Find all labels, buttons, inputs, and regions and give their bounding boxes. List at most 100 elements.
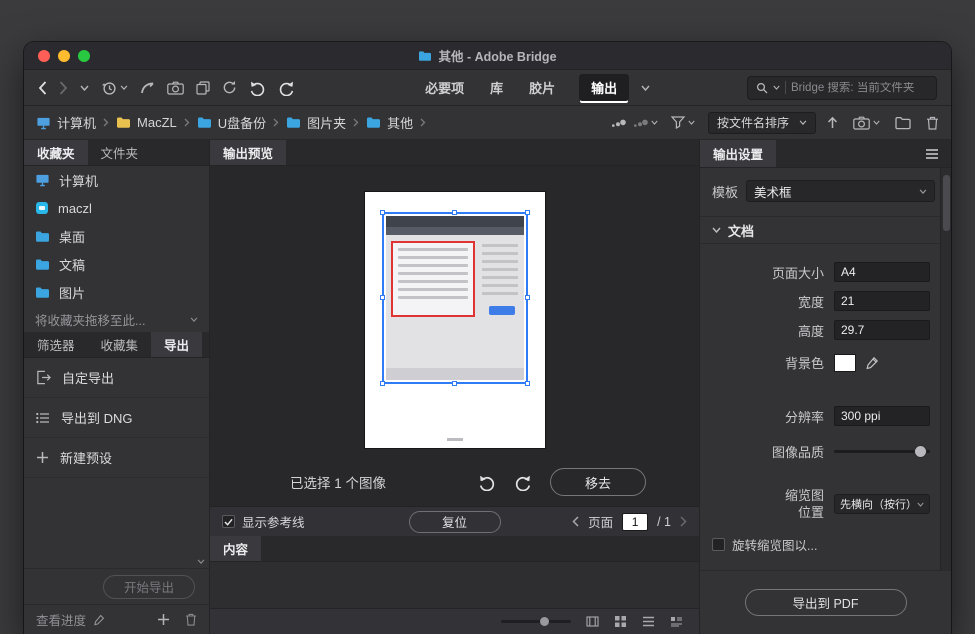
- workspace-tab-output[interactable]: 输出: [579, 74, 629, 101]
- thumbnail-size-slider[interactable]: [501, 620, 571, 623]
- favorite-item-documents[interactable]: 文稿: [24, 250, 209, 278]
- thumbnail-position-select[interactable]: 先横向（按行）: [834, 494, 930, 514]
- image-quality-label: 图像品质: [712, 442, 834, 461]
- grid-view-icon[interactable]: [614, 615, 627, 628]
- tab-output-settings[interactable]: 输出设置: [700, 140, 776, 167]
- rotate-thumbnails-checkbox[interactable]: [712, 538, 725, 551]
- eyedropper-icon[interactable]: [865, 356, 879, 370]
- refresh-button[interactable]: [222, 80, 237, 95]
- edit-pencil-icon[interactable]: [93, 614, 105, 626]
- breadcrumb-pictures-folder[interactable]: 图片夹: [286, 113, 346, 132]
- tab-output-preview[interactable]: 输出预览: [210, 140, 286, 165]
- reset-button[interactable]: 复位: [409, 511, 501, 533]
- show-guides-checkbox[interactable]: [222, 515, 235, 528]
- delete-trash-icon[interactable]: [926, 116, 939, 130]
- close-window-button[interactable]: [38, 50, 50, 62]
- search-box[interactable]: [747, 76, 937, 100]
- back-button[interactable]: [38, 81, 47, 95]
- start-export-button[interactable]: 开始导出: [103, 575, 195, 599]
- tab-filter[interactable]: 筛选器: [24, 332, 88, 357]
- favorite-item-computer[interactable]: 计算机: [24, 166, 209, 194]
- selection-handle[interactable]: [525, 295, 530, 300]
- new-folder-icon[interactable]: [895, 116, 911, 130]
- recent-history-button[interactable]: [101, 80, 128, 96]
- delete-preset-trash-icon[interactable]: [185, 613, 197, 626]
- rotate-right-icon[interactable]: [514, 474, 532, 491]
- export-to-pdf-button[interactable]: 导出到 PDF: [745, 589, 907, 616]
- boomerang-button[interactable]: [140, 81, 155, 94]
- selection-handle[interactable]: [452, 381, 457, 386]
- thumbnail-quality-ramp-icon[interactable]: [611, 117, 626, 128]
- resolution-input[interactable]: [834, 406, 930, 426]
- selection-handle[interactable]: [452, 210, 457, 215]
- export-action-dng[interactable]: 导出到 DNG: [24, 398, 209, 438]
- export-action-custom[interactable]: 自定导出: [24, 358, 209, 398]
- duplicate-files-button[interactable]: [196, 81, 210, 95]
- breadcrumb-other[interactable]: 其他: [366, 113, 413, 132]
- selection-handle[interactable]: [380, 381, 385, 386]
- zoom-window-button[interactable]: [78, 50, 90, 62]
- selection-status-text: 已选择 1 个图像: [290, 472, 386, 492]
- favorite-item-pictures[interactable]: 图片: [24, 278, 209, 306]
- tab-content[interactable]: 内容: [210, 536, 261, 561]
- details-view-icon[interactable]: [670, 615, 683, 628]
- settings-scrollbar[interactable]: [940, 168, 951, 570]
- camera-export-icon[interactable]: [853, 116, 880, 130]
- tab-export[interactable]: 导出: [151, 332, 202, 357]
- width-input[interactable]: [834, 291, 930, 311]
- forward-button[interactable]: [59, 81, 68, 95]
- selection-handle[interactable]: [525, 210, 530, 215]
- filmstrip-view-icon[interactable]: [586, 615, 599, 628]
- rotate-left-icon[interactable]: [478, 474, 496, 491]
- sort-ascending-icon[interactable]: [827, 116, 838, 129]
- search-input[interactable]: [791, 82, 928, 94]
- template-select[interactable]: 美术框: [746, 180, 935, 202]
- favorite-item-maczl[interactable]: maczl: [24, 194, 209, 222]
- sort-select[interactable]: 按文件名排序: [708, 112, 816, 134]
- image-quality-slider[interactable]: [834, 450, 930, 453]
- minimize-window-button[interactable]: [58, 50, 70, 62]
- next-page-icon[interactable]: [680, 516, 687, 527]
- slider-knob[interactable]: [540, 617, 549, 626]
- selection-handle[interactable]: [380, 295, 385, 300]
- navigation-chevron-down-icon[interactable]: [80, 85, 89, 91]
- preview-quality-ramp-icon[interactable]: [633, 117, 658, 128]
- remove-image-button[interactable]: 移去: [550, 468, 646, 496]
- page-label: 页面: [588, 512, 613, 531]
- selection-handle[interactable]: [525, 381, 530, 386]
- workspace-tab-filmstrip[interactable]: 胶片: [527, 72, 557, 103]
- page-size-input[interactable]: [834, 262, 930, 282]
- camera-import-button[interactable]: [167, 81, 184, 95]
- slider-knob[interactable]: [915, 446, 926, 457]
- filter-funnel-icon[interactable]: [671, 116, 695, 129]
- rotate-left-button[interactable]: [249, 80, 266, 96]
- document-section-header[interactable]: 文档: [700, 216, 951, 244]
- search-scope-chevron-icon[interactable]: [773, 85, 780, 90]
- workspace-chevron-down-icon[interactable]: [641, 85, 650, 91]
- add-preset-plus-icon[interactable]: [157, 613, 170, 626]
- panel-menu-icon[interactable]: [925, 140, 951, 167]
- workspace-tab-essentials[interactable]: 必要项: [423, 72, 466, 103]
- tab-favorites[interactable]: 收藏夹: [24, 140, 88, 165]
- export-action-new-preset[interactable]: 新建预设: [24, 438, 209, 478]
- breadcrumb-maczl[interactable]: MacZL: [116, 115, 177, 130]
- selection-handle[interactable]: [380, 210, 385, 215]
- image-selection-frame[interactable]: [382, 212, 528, 384]
- page-number-input[interactable]: [622, 513, 648, 531]
- previous-page-icon[interactable]: [572, 516, 579, 527]
- breadcrumb-usb-backup[interactable]: U盘备份: [197, 113, 266, 132]
- tab-collections[interactable]: 收藏集: [88, 332, 152, 357]
- list-view-icon[interactable]: [642, 615, 655, 628]
- pdf-page-preview[interactable]: [365, 192, 545, 448]
- view-progress-label[interactable]: 查看进度: [36, 610, 86, 629]
- scroll-down-icon[interactable]: [190, 317, 198, 322]
- workspace-tab-libraries[interactable]: 库: [488, 72, 505, 103]
- favorite-item-desktop[interactable]: 桌面: [24, 222, 209, 250]
- tab-folders[interactable]: 文件夹: [88, 140, 152, 165]
- rotate-right-button[interactable]: [278, 80, 295, 96]
- breadcrumb-computer[interactable]: 计算机: [36, 113, 96, 132]
- height-input[interactable]: [834, 320, 930, 340]
- background-color-swatch[interactable]: [834, 354, 856, 372]
- scroll-down-icon[interactable]: [197, 559, 205, 564]
- scrollbar-thumb[interactable]: [943, 175, 950, 231]
